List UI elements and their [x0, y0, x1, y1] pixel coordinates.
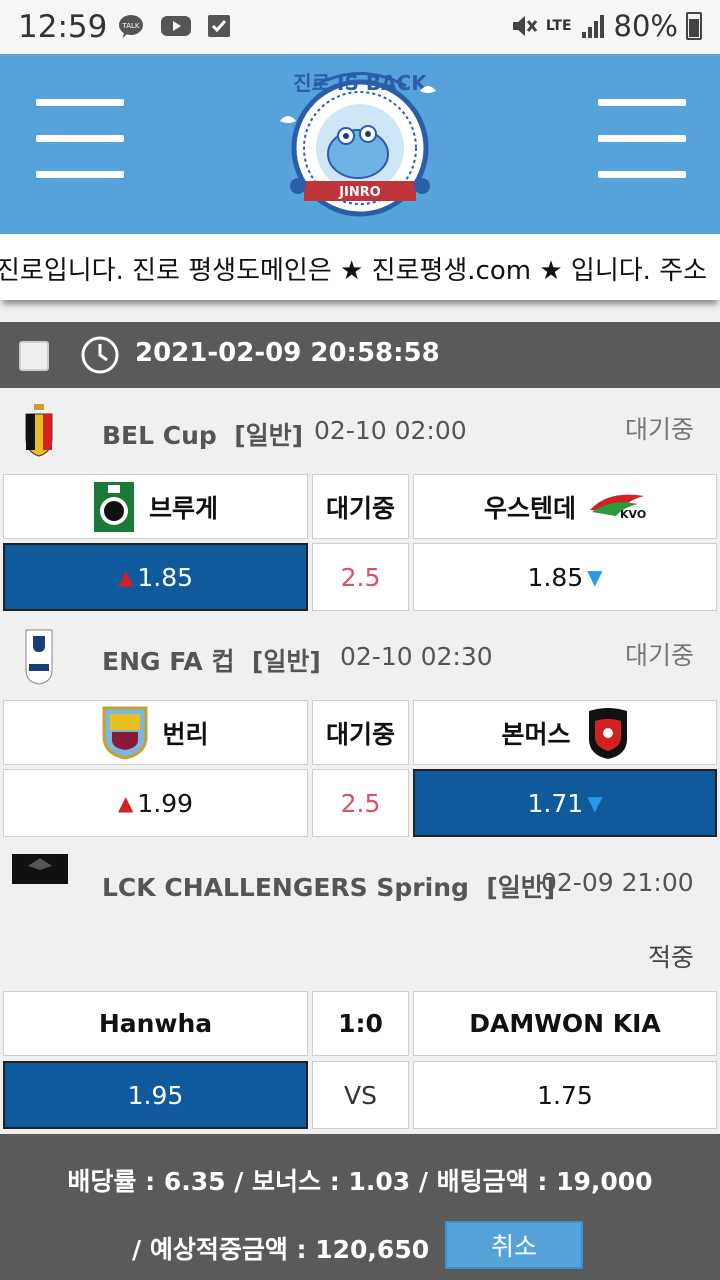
- cancel-button[interactable]: 취소: [445, 1221, 583, 1269]
- notice-text: 진로입니다. 진로 평생도메인은 ★ 진로평생.com ★ 입니다. 주소: [0, 256, 708, 286]
- network-label: LTE: [545, 18, 572, 34]
- draw-odds-button[interactable]: 2.5: [312, 769, 409, 837]
- battery-icon: [686, 12, 702, 40]
- match-status: 적중: [647, 943, 694, 972]
- kv-oostende-crest-icon: KVO: [590, 494, 646, 521]
- bet-summary-line1: 배당률 : 6.35 / 보너스 : 1.03 / 배팅금액 : 19,000: [67, 1167, 653, 1196]
- svg-text:KVO: KVO: [620, 508, 646, 521]
- signal-icon: [581, 15, 604, 38]
- league-name: BEL Cup [일반]: [102, 421, 304, 450]
- bet-slip-header: 2021-02-09 20:58:58: [0, 322, 720, 388]
- away-odds-button[interactable]: 1.85 ▼: [413, 543, 717, 611]
- fa-cup-emblem-icon: [25, 629, 53, 685]
- youtube-icon: [161, 16, 191, 36]
- burnley-crest-icon: [102, 706, 148, 760]
- away-odds-button[interactable]: 1.71 ▼: [413, 769, 717, 837]
- menu-left-button[interactable]: [36, 99, 124, 179]
- select-all-checkbox[interactable]: [19, 341, 49, 371]
- up-arrow-icon: ▲: [117, 565, 134, 589]
- bournemouth-crest-icon: [588, 707, 627, 759]
- league-name: LCK CHALLENGERS Spring [일반]: [102, 873, 556, 902]
- down-arrow-icon: ▼: [587, 791, 603, 815]
- svg-text:TALK: TALK: [121, 22, 139, 30]
- home-team: 번리: [3, 700, 308, 765]
- status-bar: 12:59 TALK LTE 80%: [0, 0, 720, 54]
- away-team: 본머스: [413, 700, 717, 765]
- menu-right-button[interactable]: [598, 99, 686, 179]
- bet-summary-line2: / 예상적중금액 : 120,650: [132, 1235, 430, 1264]
- home-odds-button[interactable]: ▲ 1.85: [3, 543, 308, 611]
- current-datetime: 2021-02-09 20:58:58: [135, 338, 440, 368]
- clock-icon: [81, 336, 119, 374]
- up-arrow-icon: ▲: [117, 791, 134, 815]
- match-middle-label: 대기중: [312, 474, 409, 539]
- bet-summary-footer: 배당률 : 6.35 / 보너스 : 1.03 / 배팅금액 : 19,000 …: [0, 1134, 720, 1280]
- status-right: LTE 80%: [510, 9, 702, 43]
- jinro-logo[interactable]: 진로 IS BACK JINRO: [270, 56, 450, 231]
- away-odds-button[interactable]: 1.75: [413, 1061, 717, 1129]
- match-score: 1:0: [312, 991, 409, 1056]
- match-status: 대기중: [624, 415, 694, 444]
- league-name: ENG FA 컵 [일반]: [102, 647, 321, 676]
- status-time: 12:59: [18, 9, 108, 45]
- home-team: Hanwha: [3, 991, 308, 1056]
- match-time: 02-10 02:30: [340, 642, 493, 671]
- draw-odds-button[interactable]: 2.5: [312, 543, 409, 611]
- down-arrow-icon: ▼: [587, 565, 603, 589]
- home-odds-button[interactable]: ▲ 1.99: [3, 769, 308, 837]
- battery-percent: 80%: [613, 9, 678, 43]
- club-brugge-crest-icon: [93, 481, 134, 532]
- match-time: 02-10 02:00: [314, 416, 467, 445]
- notice-marquee: 진로입니다. 진로 평생도메인은 ★ 진로평생.com ★ 입니다. 주소: [0, 234, 720, 300]
- svg-text:JINRO: JINRO: [338, 185, 381, 200]
- match-status: 대기중: [624, 641, 694, 670]
- away-team: DAMWON KIA: [413, 991, 717, 1056]
- belgium-emblem-icon: [25, 404, 53, 457]
- away-team: 우스텐데 KVO: [413, 474, 717, 539]
- vs-label: VS: [312, 1061, 409, 1129]
- checkbox-icon: [208, 15, 230, 37]
- league-header: LCK CHALLENGERS Spring [일반] 02-09 21:00 …: [0, 842, 720, 988]
- home-team: 브루게: [3, 474, 308, 539]
- lck-emblem-icon: [12, 854, 68, 884]
- kakaotalk-icon: TALK: [119, 15, 143, 38]
- league-header: BEL Cup [일반] 02-10 02:00 대기중: [0, 390, 720, 472]
- league-header: ENG FA 컵 [일반] 02-10 02:30 대기중: [0, 616, 720, 698]
- svg-text:진로 IS BACK: 진로 IS BACK: [293, 71, 428, 95]
- match-time: 02-09 21:00: [541, 868, 694, 897]
- match-middle-label: 대기중: [312, 700, 409, 765]
- home-odds-button[interactable]: 1.95: [3, 1061, 308, 1129]
- app-header: 진로 IS BACK JINRO: [0, 54, 720, 234]
- mute-icon: [512, 16, 537, 36]
